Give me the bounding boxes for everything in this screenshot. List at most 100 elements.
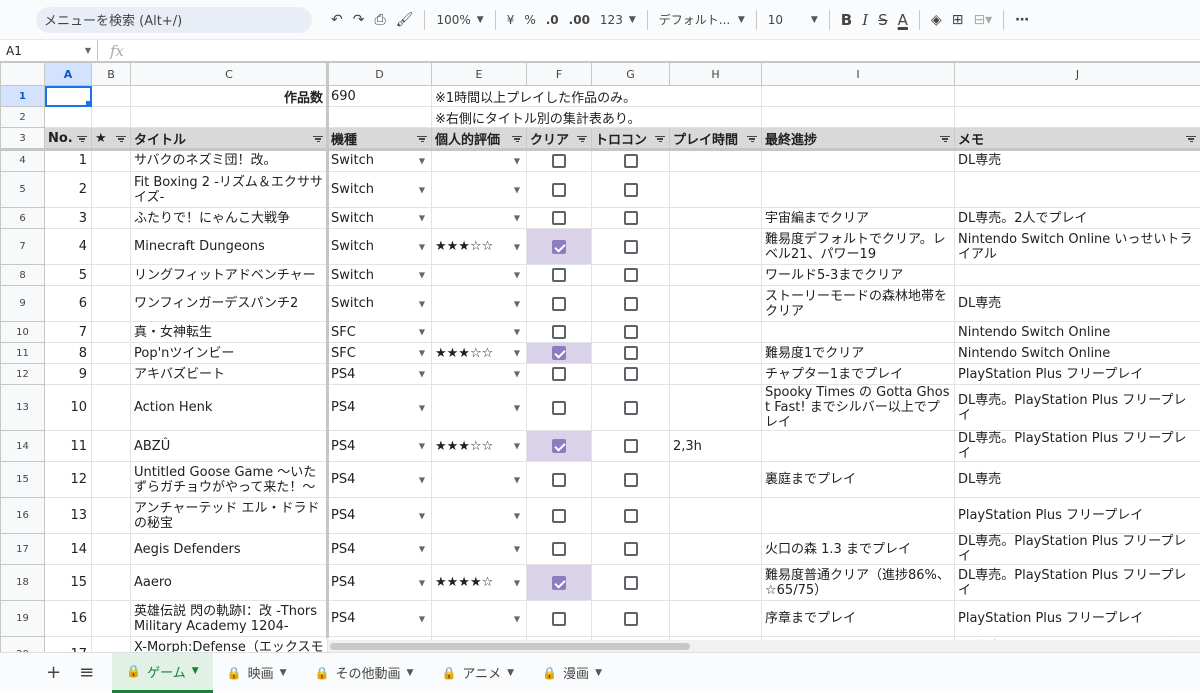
header-clear[interactable]: クリア xyxy=(527,128,592,150)
row-header[interactable]: 10 xyxy=(1,322,45,343)
cell-rating[interactable]: ▼ xyxy=(432,208,527,229)
cell-clear[interactable] xyxy=(527,229,592,265)
scrollbar-thumb[interactable] xyxy=(330,643,690,650)
filter-icon[interactable] xyxy=(116,135,126,143)
cell-playtime[interactable] xyxy=(670,229,762,265)
cell[interactable] xyxy=(762,107,955,128)
cell-rating[interactable]: ▼ xyxy=(432,364,527,385)
trophy-checkbox[interactable] xyxy=(624,542,638,556)
column-header-e[interactable]: E xyxy=(432,63,527,86)
column-header-d[interactable]: D xyxy=(328,63,432,86)
trophy-checkbox[interactable] xyxy=(624,211,638,225)
cell-title[interactable]: ABZÛ xyxy=(131,431,328,462)
cell-memo[interactable]: DL専売。PlayStation Plus フリープレイ xyxy=(955,565,1200,601)
cell-progress[interactable]: 難易度普通クリア（進捗86%、☆65/75） xyxy=(762,565,955,601)
clear-checkbox[interactable] xyxy=(552,183,566,197)
cell-trophy[interactable] xyxy=(592,498,670,534)
cell-title[interactable]: アンチャーテッド エル・ドラドの秘宝 xyxy=(131,498,328,534)
row-header[interactable]: 14 xyxy=(1,431,45,462)
cell-rating[interactable]: ▼ xyxy=(432,462,527,498)
column-header-b[interactable]: B xyxy=(92,63,131,86)
total-count-label[interactable]: 作品数 xyxy=(131,86,328,107)
cell-progress[interactable]: ワールド5-3までクリア xyxy=(762,265,955,286)
cell-clear[interactable] xyxy=(527,498,592,534)
cell-progress[interactable]: 序章までプレイ xyxy=(762,601,955,637)
trophy-checkbox[interactable] xyxy=(624,268,638,282)
dropdown-arrow-icon[interactable]: ▼ xyxy=(419,403,425,412)
cell-rating[interactable]: ▼ xyxy=(432,601,527,637)
cell[interactable] xyxy=(955,107,1200,128)
frozen-row-divider[interactable] xyxy=(0,148,1200,151)
cell-memo[interactable]: DL専売 xyxy=(955,286,1200,322)
note-cell[interactable]: ※右側にタイトル別の集計表あり。 xyxy=(432,107,762,128)
row-header[interactable]: 5 xyxy=(1,172,45,208)
trophy-checkbox[interactable] xyxy=(624,297,638,311)
cell-star[interactable] xyxy=(92,343,131,364)
cell-memo[interactable] xyxy=(955,265,1200,286)
row-header[interactable]: 1 xyxy=(1,86,45,107)
row-header[interactable]: 7 xyxy=(1,229,45,265)
total-count-value[interactable]: 690 xyxy=(328,86,432,107)
header-memo[interactable]: メモ xyxy=(955,128,1200,150)
trophy-checkbox[interactable] xyxy=(624,612,638,626)
cell-star[interactable] xyxy=(92,229,131,265)
cell[interactable] xyxy=(955,86,1200,107)
cell-trophy[interactable] xyxy=(592,150,670,172)
font-select[interactable]: デフォルト...▼ xyxy=(654,7,750,33)
cell-title[interactable]: Fit Boxing 2 -リズム＆エクササイズ- xyxy=(131,172,328,208)
cell-clear[interactable] xyxy=(527,286,592,322)
more-icon[interactable]: ⋯ xyxy=(1010,7,1034,33)
dropdown-arrow-icon[interactable]: ▼ xyxy=(514,349,520,358)
filter-icon[interactable] xyxy=(577,135,587,143)
clear-checkbox[interactable] xyxy=(552,509,566,523)
header-progress[interactable]: 最終進捗 xyxy=(762,128,955,150)
undo-icon[interactable]: ↶ xyxy=(326,7,348,33)
paint-format-icon[interactable]: 🖌 xyxy=(391,7,419,33)
cell[interactable] xyxy=(92,86,131,107)
clear-checkbox[interactable] xyxy=(552,346,566,360)
cell-no[interactable]: 10 xyxy=(45,385,92,431)
cell-playtime[interactable] xyxy=(670,601,762,637)
merge-cells-icon[interactable]: ⊟▾ xyxy=(968,7,997,33)
clear-checkbox[interactable] xyxy=(552,240,566,254)
cell-star[interactable] xyxy=(92,265,131,286)
print-icon[interactable]: ⎙ xyxy=(369,7,390,33)
italic-icon[interactable]: I xyxy=(857,7,873,33)
cell-playtime[interactable] xyxy=(670,565,762,601)
filter-icon[interactable] xyxy=(655,135,665,143)
cell-progress[interactable]: Spooky Times の Gotta Ghost Fast! までシルバー以… xyxy=(762,385,955,431)
trophy-checkbox[interactable] xyxy=(624,473,638,487)
select-all-corner[interactable] xyxy=(1,63,45,86)
header-title[interactable]: タイトル xyxy=(131,128,328,150)
cell-title[interactable]: リングフィットアドベンチャー xyxy=(131,265,328,286)
clear-checkbox[interactable] xyxy=(552,542,566,556)
cell-memo[interactable]: Nintendo Switch Online xyxy=(955,343,1200,364)
cell-clear[interactable] xyxy=(527,385,592,431)
cell-trophy[interactable] xyxy=(592,385,670,431)
cell-playtime[interactable] xyxy=(670,343,762,364)
row-header[interactable]: 13 xyxy=(1,385,45,431)
cell-memo[interactable]: DL専売。PlayStation Plus フリープレイ xyxy=(955,431,1200,462)
dropdown-arrow-icon[interactable]: ▼ xyxy=(514,299,520,308)
cell-progress[interactable] xyxy=(762,498,955,534)
cell-memo[interactable] xyxy=(955,172,1200,208)
cell-no[interactable]: 6 xyxy=(45,286,92,322)
cell-no[interactable]: 9 xyxy=(45,364,92,385)
cell-platform[interactable]: Switch▼ xyxy=(328,265,432,286)
tab-anime[interactable]: 🔒アニメ▼ xyxy=(427,653,528,693)
dropdown-arrow-icon[interactable]: ▼ xyxy=(419,511,425,520)
cell-title[interactable]: 英雄伝説 閃の軌跡Ⅰ：改 -Thors Military Academy 120… xyxy=(131,601,328,637)
row-header[interactable]: 16 xyxy=(1,498,45,534)
zoom-select[interactable]: 100%▼ xyxy=(431,7,488,33)
bold-icon[interactable]: B xyxy=(836,7,857,33)
cell-progress[interactable]: 宇宙編までクリア xyxy=(762,208,955,229)
cell-playtime[interactable] xyxy=(670,286,762,322)
clear-checkbox[interactable] xyxy=(552,473,566,487)
dropdown-arrow-icon[interactable]: ▼ xyxy=(419,185,425,194)
cell-no[interactable]: 14 xyxy=(45,534,92,565)
cell-trophy[interactable] xyxy=(592,322,670,343)
cell-platform[interactable]: PS4▼ xyxy=(328,462,432,498)
cell-progress[interactable] xyxy=(762,172,955,208)
cell-clear[interactable] xyxy=(527,322,592,343)
cell-progress[interactable] xyxy=(762,322,955,343)
